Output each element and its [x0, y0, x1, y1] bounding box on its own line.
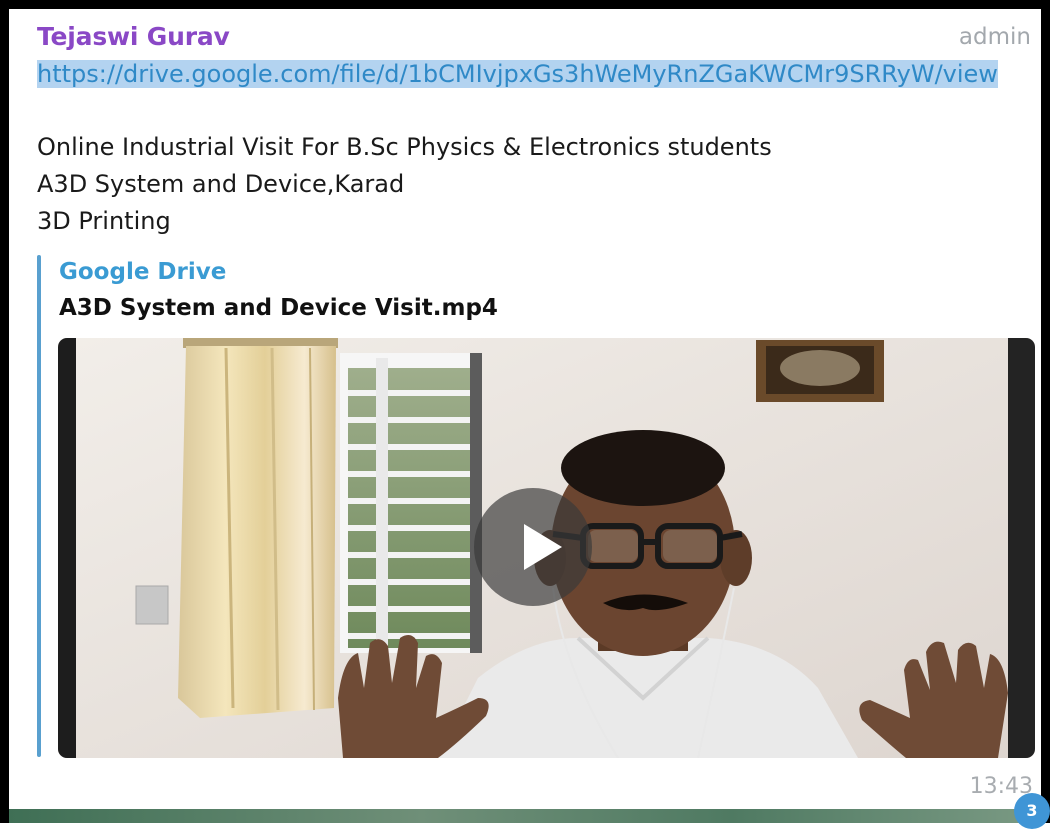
play-button[interactable]: [474, 488, 592, 606]
drive-link[interactable]: https://drive.google.com/file/d/1bCMIvjp…: [37, 58, 1027, 91]
link-preview-title[interactable]: A3D System and Device Visit.mp4: [59, 295, 498, 321]
sender-name[interactable]: Tejaswi Gurav: [37, 22, 230, 51]
play-icon: [524, 524, 562, 570]
message-text: Online Industrial Visit For B.Sc Physics…: [37, 129, 772, 240]
sender-role-badge: admin: [958, 24, 1031, 50]
drive-link-text[interactable]: https://drive.google.com/file/d/1bCMIvjp…: [37, 60, 998, 88]
link-preview-site-name[interactable]: Google Drive: [59, 259, 226, 285]
message-line: 3D Printing: [37, 207, 171, 235]
chat-background-strip: [9, 809, 1041, 823]
message-line: A3D System and Device,Karad: [37, 170, 405, 198]
link-preview-accent-bar: [37, 255, 41, 757]
message-line: Online Industrial Visit For B.Sc Physics…: [37, 133, 772, 161]
unread-count-badge[interactable]: 3: [1014, 793, 1050, 829]
